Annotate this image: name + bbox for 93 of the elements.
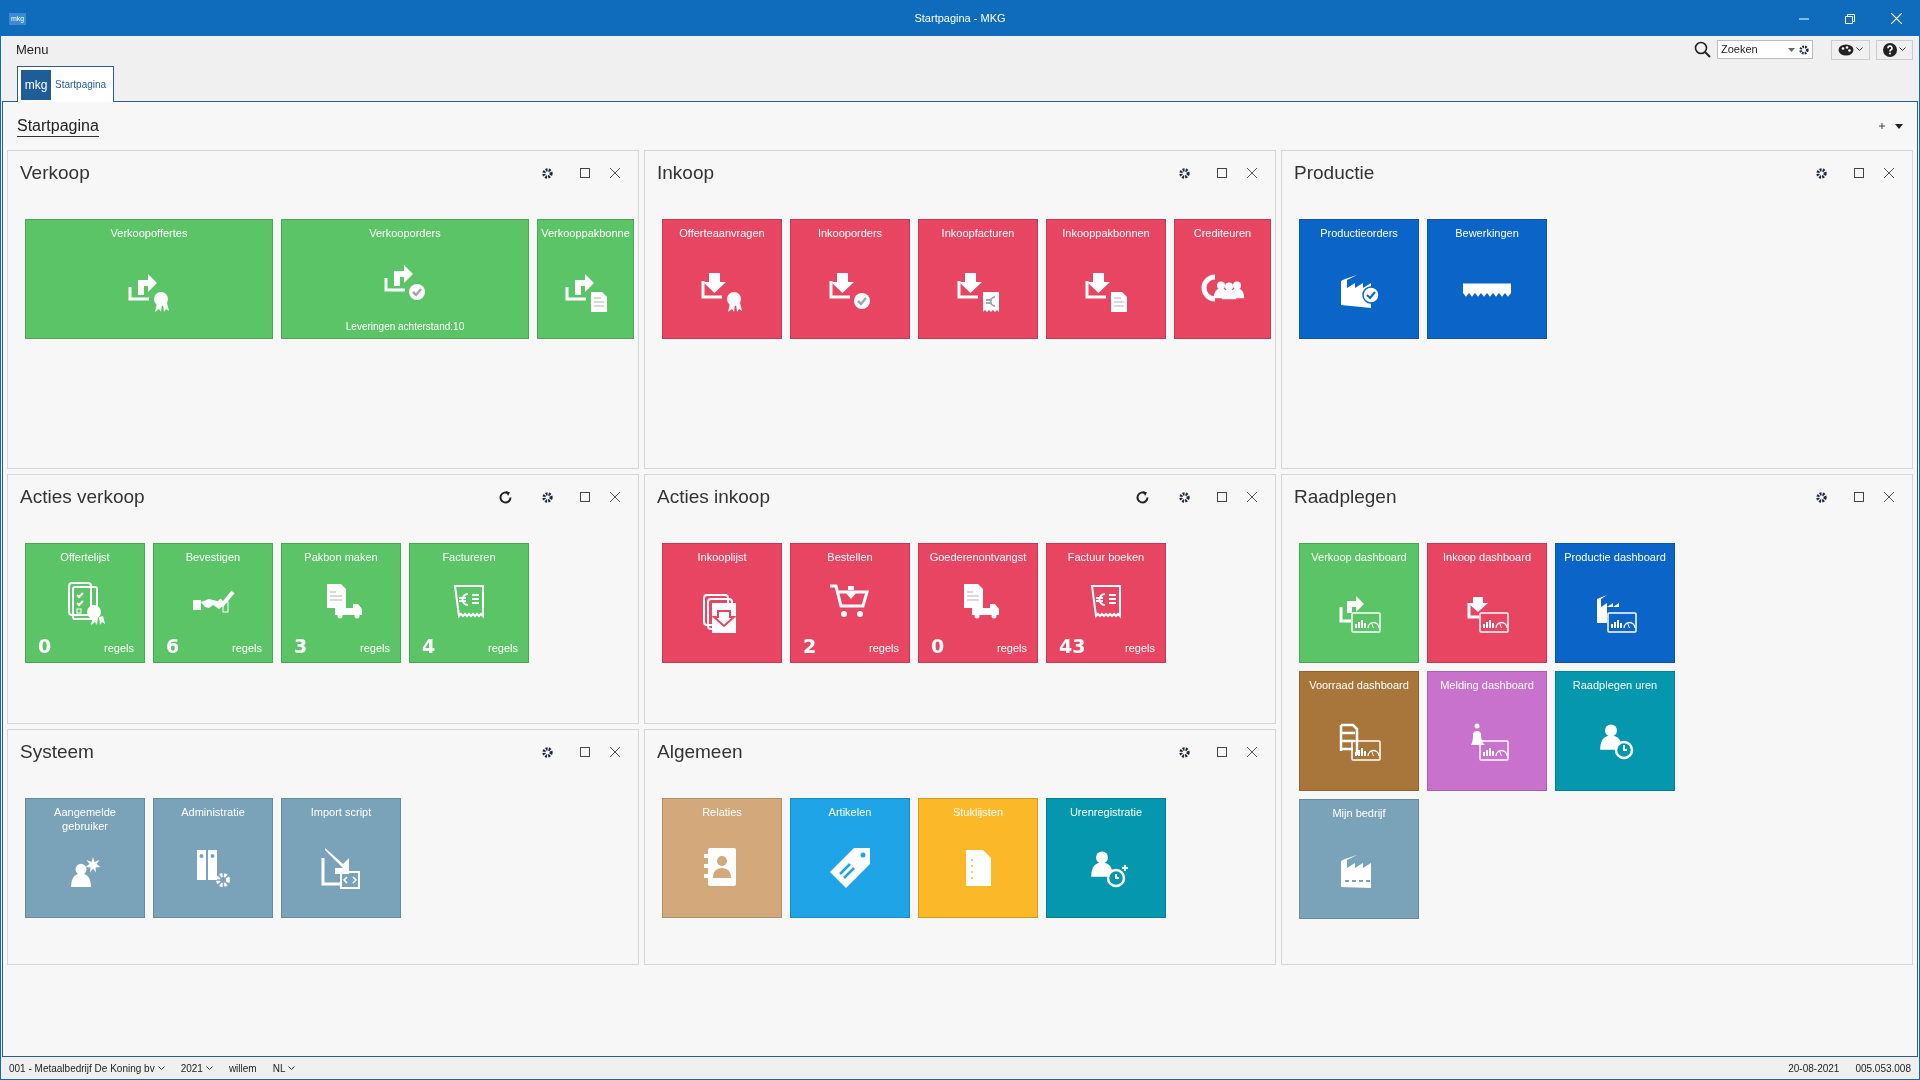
tile-button[interactable]: Artikelen (790, 798, 910, 918)
tile-button[interactable]: Verkooporders Leveringen achterstand:10 (281, 219, 529, 339)
close-icon (1247, 747, 1257, 757)
tile-button[interactable]: Crediteuren (1174, 219, 1271, 339)
settings-icon[interactable] (1799, 44, 1809, 55)
close-icon (1884, 168, 1894, 178)
tile-button[interactable]: Raadplegen uren (1555, 671, 1675, 791)
close-icon (1890, 13, 1902, 24)
tile-button[interactable]: Bevestigen 6 regels (153, 543, 273, 663)
tile-button[interactable]: Verkoopoffertes (25, 219, 273, 339)
maximize-icon (1217, 168, 1227, 178)
tile-button[interactable]: Inkoopfacturen (918, 219, 1038, 339)
close-icon (1247, 492, 1257, 502)
caret-icon (205, 1065, 213, 1071)
tile-button[interactable]: Inkooppakbonnen (1046, 219, 1166, 339)
window-title: Startpagina - MKG (914, 11, 1006, 27)
tile-button[interactable]: Import script (281, 798, 401, 918)
tile-button[interactable]: Voorraad dashboard (1299, 671, 1419, 791)
tile-button[interactable]: Urenregistratie (1046, 798, 1166, 918)
search-dropdown[interactable]: Zoeken (1717, 40, 1813, 59)
refresh-icon (497, 489, 513, 505)
tile-button[interactable]: Offertelijst 0 regels (25, 543, 145, 663)
panel-title: Verkoop (20, 160, 90, 185)
close-icon (1247, 168, 1257, 178)
caret-icon (1899, 47, 1906, 52)
tile-button[interactable]: Aangemelde gebruiker (25, 798, 145, 918)
maximize-icon (1854, 492, 1864, 502)
maximize-icon (1854, 168, 1864, 178)
tile-button[interactable]: Inkooporders (790, 219, 910, 339)
add-icon[interactable] (1879, 123, 1885, 129)
panel-title: Productie (1294, 160, 1375, 185)
maximize-icon (580, 492, 590, 502)
search-icon[interactable] (1694, 41, 1711, 58)
user-name: willem (228, 1061, 257, 1076)
theme-button[interactable] (1831, 39, 1870, 60)
settings-icon (1815, 167, 1827, 179)
settings-icon (1178, 746, 1190, 758)
tile-button[interactable]: Verkooppakbonne (537, 219, 634, 339)
caret-icon (157, 1065, 165, 1071)
restore-icon (1845, 13, 1855, 24)
tile-button[interactable]: Verkoop dashboard (1299, 543, 1419, 663)
close-icon (610, 492, 620, 502)
tile-button[interactable]: Productie dashboard (1555, 543, 1675, 663)
maximize-icon (1217, 747, 1227, 757)
status-date: 20-08-2021 (1788, 1061, 1840, 1076)
close-icon (610, 168, 620, 178)
menu-button[interactable]: Menu (16, 39, 49, 60)
version-number: 005.053.008 (1855, 1061, 1911, 1076)
settings-icon (541, 167, 553, 179)
tile-button[interactable]: Factureren 4 regels (409, 543, 529, 663)
tile-button[interactable]: Administratie (153, 798, 273, 918)
maximize-icon (1217, 492, 1227, 502)
tile-button[interactable]: Melding dashboard (1427, 671, 1547, 791)
panel-title: Systeem (20, 739, 94, 764)
caret-icon (1788, 47, 1795, 52)
settings-icon (541, 746, 553, 758)
settings-icon (1178, 491, 1190, 503)
settings-icon (541, 491, 553, 503)
panel-title: Inkoop (657, 160, 715, 185)
help-button[interactable] (1876, 39, 1913, 60)
tile-button[interactable]: Goederenontvangst 0 regels (918, 543, 1038, 663)
tile-button[interactable]: Factuur boeken 43 regels (1046, 543, 1166, 663)
caret-icon[interactable] (1895, 123, 1903, 129)
tile-button[interactable]: Relaties (662, 798, 782, 918)
tile-button[interactable]: Mijn bedrijf (1299, 799, 1419, 919)
tile-button[interactable]: Bewerkingen (1427, 219, 1547, 339)
palette-icon (1838, 43, 1854, 56)
caret-icon (1856, 47, 1863, 52)
maximize-icon (580, 747, 590, 757)
year-dropdown[interactable]: 2021 (180, 1060, 213, 1076)
settings-icon (1178, 167, 1190, 179)
help-icon (1883, 42, 1897, 57)
refresh-icon (1134, 489, 1150, 505)
mkg-logo: mkg (21, 69, 51, 100)
caret-icon (288, 1065, 296, 1071)
close-icon (1884, 492, 1894, 502)
panel-title: Acties inkoop (657, 484, 770, 509)
panel-title: Raadplegen (1294, 484, 1397, 509)
tile-button[interactable]: Offerteaanvragen (662, 219, 782, 339)
tab[interactable]: mkg Startpagina (17, 66, 115, 102)
language-dropdown[interactable]: NL (272, 1060, 296, 1076)
company-dropdown[interactable]: 001 - Metaalbedrijf De Koning bv (9, 1060, 165, 1076)
tile-button[interactable]: Bestellen 2 regels (790, 543, 910, 663)
settings-icon (1815, 491, 1827, 503)
tile-button[interactable]: Pakbon maken 3 regels (281, 543, 401, 663)
tile-button[interactable]: Inkooplijst (662, 543, 782, 663)
tile-button[interactable]: Inkoop dashboard (1427, 543, 1547, 663)
tile-button[interactable]: Productieorders (1299, 219, 1419, 339)
panel-title: Acties verkoop (20, 484, 145, 509)
panel-title: Algemeen (657, 739, 743, 764)
close-icon (610, 747, 620, 757)
maximize-icon (580, 168, 590, 178)
page-title: Startpagina (17, 115, 99, 137)
